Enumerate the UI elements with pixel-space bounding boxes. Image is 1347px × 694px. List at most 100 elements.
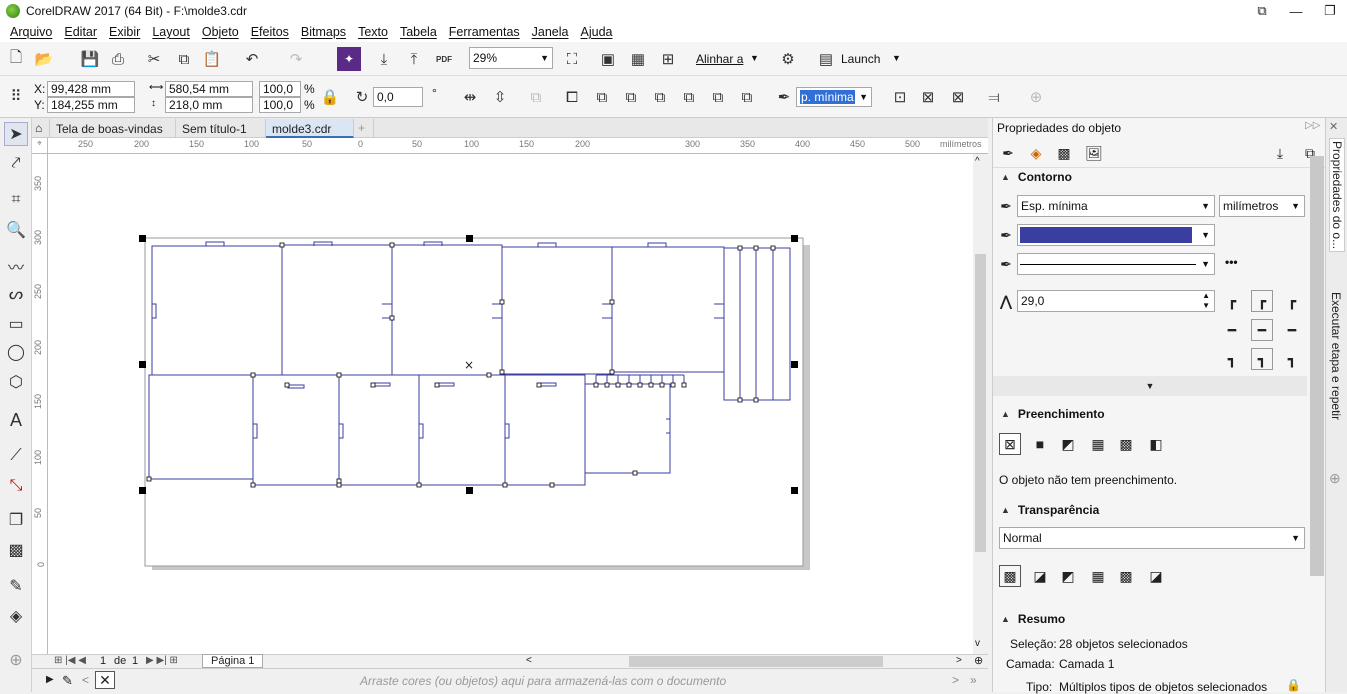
full-screen-preview-icon[interactable]: ▣	[596, 47, 620, 71]
scale-width-field[interactable]: 100,0	[259, 81, 301, 97]
outline-width-select[interactable]: Esp. mínima ▼	[1017, 195, 1215, 217]
undo-icon[interactable]: ↶	[240, 47, 264, 71]
resumo-section-header[interactable]: ▲ Resumo	[997, 608, 1305, 630]
x-position-field[interactable]: 99,428 mm	[47, 81, 135, 97]
intersect-icon[interactable]: ⧉	[648, 85, 672, 109]
more-options-icon[interactable]: •••	[1225, 255, 1238, 269]
align-distribute-icon[interactable]: ⫤	[982, 85, 1006, 109]
bitmap-pattern-transparency-icon[interactable]: ▩	[1115, 565, 1137, 587]
vertical-ruler[interactable]: 350 300 250 200 150 100 50 0	[32, 154, 48, 654]
menu-ajuda[interactable]: Ajuda	[575, 25, 619, 39]
eyedropper-icon[interactable]: ✎	[4, 574, 28, 598]
scroll-left-icon[interactable]: <	[526, 655, 532, 666]
width-field[interactable]: 580,54 mm	[165, 81, 253, 97]
connector-tool-icon[interactable]: ⤡	[4, 474, 28, 498]
miter-limit-field[interactable]: 29,0 ▲ ▼	[1017, 290, 1215, 312]
launch-app-icon[interactable]: ▤	[814, 47, 838, 71]
add-icon[interactable]: ⊕	[1024, 85, 1048, 109]
texture-transparency-icon[interactable]: ◪	[1145, 565, 1167, 587]
simplify-icon[interactable]: ⧉	[677, 85, 701, 109]
copy-icon[interactable]: ⧉	[172, 47, 196, 71]
round-cap-icon[interactable]: ━	[1251, 319, 1273, 341]
weld-icon[interactable]: ⧉	[590, 85, 614, 109]
drawing-canvas[interactable]: ×	[48, 154, 973, 654]
preenchimento-section-header[interactable]: ▲ Preenchimento	[997, 403, 1305, 425]
align-to-dropdown[interactable]: Alinhar a	[696, 52, 743, 66]
line-style-select[interactable]: ▼	[1017, 253, 1215, 275]
ruler-origin-icon[interactable]: ⌖	[32, 138, 48, 154]
docker-scroll-thumb[interactable]	[1310, 156, 1324, 576]
chevron-right-icon[interactable]: >	[952, 673, 959, 687]
menu-janela[interactable]: Janela	[526, 25, 575, 39]
transparency-icon[interactable]: ▩	[1053, 142, 1075, 164]
expand-more-icon[interactable]: ▼	[993, 376, 1307, 396]
text-tool-icon[interactable]: A	[4, 408, 28, 432]
outline-color-picker[interactable]: ▼	[1017, 224, 1215, 246]
page-tab[interactable]: Página 1	[202, 654, 264, 668]
parallel-dimension-icon[interactable]: ⟋	[4, 444, 28, 468]
no-transparency-icon[interactable]: ▩	[999, 565, 1021, 587]
y-position-field[interactable]: 184,255 mm	[47, 97, 135, 113]
lock-ratio-icon[interactable]: 🔒	[318, 85, 342, 109]
close-icon[interactable]: ✕	[1329, 120, 1338, 133]
polygon-tool-icon[interactable]: ⬡	[4, 370, 28, 394]
menu-exibir[interactable]: Exibir	[103, 25, 146, 39]
tab-object-properties[interactable]: Propriedades do o...	[1329, 138, 1345, 253]
outline-width-select[interactable]: p. mínima ▼	[796, 87, 872, 107]
apply-icon[interactable]: ⤓	[1269, 142, 1291, 164]
zoom-navigator-icon[interactable]: ⊕	[974, 654, 983, 667]
center-position-icon[interactable]: ┓	[1251, 348, 1273, 370]
fountain-fill-icon[interactable]: ◩	[1057, 433, 1079, 455]
redo-icon[interactable]: ↷	[284, 47, 308, 71]
rotate-icon[interactable]: ↻	[350, 85, 374, 109]
menu-texto[interactable]: Texto	[352, 25, 394, 39]
vector-pattern-icon[interactable]: ▦	[1087, 433, 1109, 455]
menu-tabela[interactable]: Tabela	[394, 25, 443, 39]
restore-icon[interactable]: ⧉	[1245, 0, 1279, 22]
menu-editar[interactable]: Editar	[58, 25, 103, 39]
texture-fill-icon[interactable]: ▩	[1115, 433, 1137, 455]
export-icon[interactable]: ⤒	[402, 47, 426, 71]
butt-cap-icon[interactable]: ━	[1221, 319, 1243, 341]
square-cap-icon[interactable]: ━	[1281, 319, 1303, 341]
menu-layout[interactable]: Layout	[146, 25, 196, 39]
transparencia-section-header[interactable]: ▲ Transparência	[997, 499, 1305, 521]
break-apart-icon[interactable]: ⊠	[946, 85, 970, 109]
vertical-scroll-thumb[interactable]	[975, 254, 986, 552]
add-tool-icon[interactable]: ⊕	[4, 648, 28, 672]
docker-expand-icon[interactable]: ▷▷	[1305, 120, 1320, 131]
new-document-icon[interactable]: 🗋	[4, 47, 28, 71]
transparency-tool-icon[interactable]: ▩	[4, 538, 28, 562]
menu-efeitos[interactable]: Efeitos	[245, 25, 295, 39]
home-icon[interactable]: ⌂	[32, 119, 50, 138]
horizontal-scroll-thumb[interactable]	[629, 656, 883, 667]
launch-dropdown[interactable]: Launch	[841, 52, 880, 66]
create-boundary-icon[interactable]: ⊡	[888, 85, 912, 109]
height-field[interactable]: 218,0 mm	[165, 97, 253, 113]
new-tab-icon[interactable]: +	[354, 119, 374, 138]
show-guidelines-icon[interactable]: ⊞	[656, 47, 680, 71]
image-icon[interactable]: 🖼	[1083, 142, 1105, 164]
show-grid-icon[interactable]: ▦	[626, 47, 650, 71]
outside-position-icon[interactable]: ┓	[1221, 348, 1243, 370]
tab-step-and-repeat[interactable]: Executar etapa e repetir	[1329, 292, 1343, 420]
drawing-surface[interactable]: ×	[48, 154, 973, 654]
add-docker-icon[interactable]: ⊕	[1329, 470, 1341, 487]
open-folder-icon[interactable]: 📂	[32, 47, 56, 71]
lock-icon[interactable]: 🔒	[1286, 678, 1301, 692]
scroll-right-icon[interactable]: >	[956, 655, 962, 666]
reference-point-icon[interactable]: ⠿	[4, 84, 28, 108]
uniform-transparency-icon[interactable]: ◪	[1029, 565, 1051, 587]
scroll-down-icon[interactable]: v	[975, 638, 980, 649]
gear-icon[interactable]: ⚙	[776, 47, 800, 71]
tab-molde3[interactable]: molde3.cdr	[266, 119, 354, 138]
no-fill-icon[interactable]: ⊠	[999, 433, 1021, 455]
palette-menu-icon[interactable]: ▶	[46, 674, 54, 685]
eyedropper-icon[interactable]: ✎	[62, 673, 73, 689]
menu-objeto[interactable]: Objeto	[196, 25, 245, 39]
mirror-horizontal-icon[interactable]: ⇹	[458, 85, 482, 109]
import-icon[interactable]: ⤓	[372, 47, 396, 71]
postscript-fill-icon[interactable]: ◧	[1145, 433, 1167, 455]
first-page-icon[interactable]: ⊞ |◀ ◀	[54, 655, 86, 666]
save-icon[interactable]: 💾	[78, 47, 102, 71]
